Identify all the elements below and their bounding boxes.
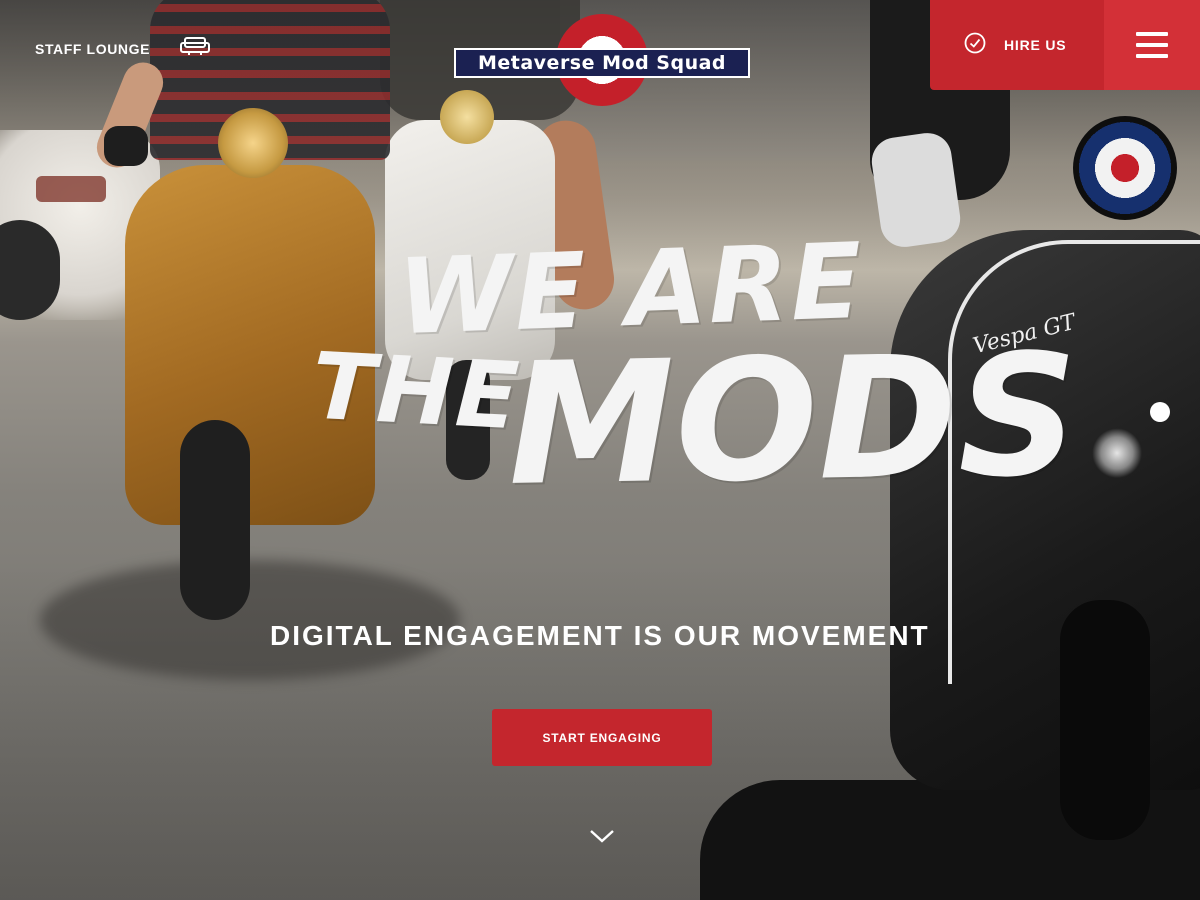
logo-text: Metaverse Mod Squad — [477, 52, 727, 74]
start-engaging-label: START ENGAGING — [542, 730, 662, 745]
menu-button[interactable] — [1104, 0, 1200, 90]
staff-lounge-link[interactable]: STAFF LOUNGE — [35, 36, 211, 61]
page: Vespa GT STAFF LOUNGE Metaverse Mod Squa… — [0, 0, 1200, 900]
yellow-scooter-headlight — [218, 108, 288, 178]
hamburger-menu-icon — [1136, 32, 1168, 58]
headline-line-the: THE — [309, 332, 524, 451]
sofa-icon — [180, 36, 211, 61]
black-scooter-horn — [1092, 428, 1142, 478]
headline-line-mods: MODS — [506, 317, 1081, 523]
hero-tagline: DIGITAL ENGAGEMENT IS OUR MOVEMENT — [270, 620, 930, 651]
black-scooter-wheel — [1060, 600, 1150, 840]
background-car-taillight — [36, 176, 106, 202]
background-car-wheel — [0, 220, 60, 320]
staff-lounge-label: STAFF LOUNGE — [35, 40, 151, 57]
hire-us-label: HIRE US — [1004, 37, 1067, 53]
logo-bar: Metaverse Mod Squad — [454, 48, 750, 78]
mod-roundel-mirror — [1073, 116, 1177, 220]
bw-rider-glove — [868, 129, 964, 251]
chevron-down-icon[interactable] — [588, 826, 616, 846]
black-scooter-light — [1150, 402, 1170, 422]
hire-us-button[interactable]: HIRE US — [930, 0, 1104, 90]
rider-glove — [104, 126, 148, 166]
check-circle-icon — [964, 32, 986, 59]
yellow-scooter-wheel — [180, 420, 250, 620]
start-engaging-button[interactable]: START ENGAGING — [492, 709, 712, 766]
site-logo[interactable]: Metaverse Mod Squad — [454, 14, 750, 110]
